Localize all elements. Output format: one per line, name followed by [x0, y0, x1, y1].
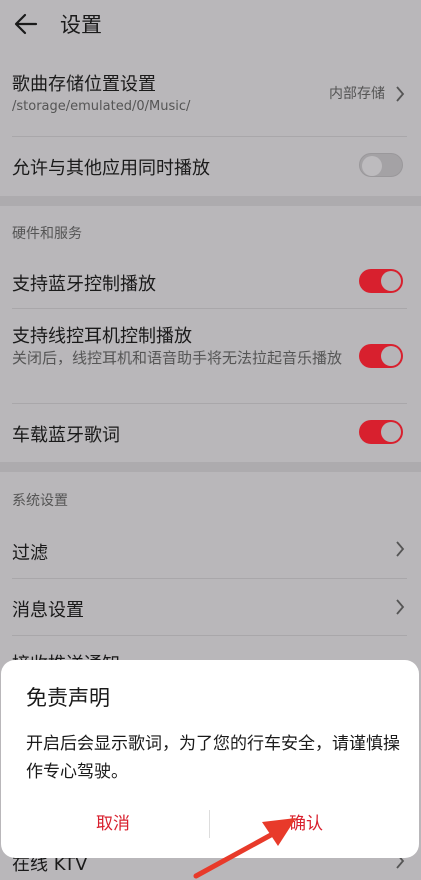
push-notification-row[interactable]: 接收推送通知 [12, 636, 407, 660]
car-lyrics-row[interactable]: 车载蓝牙歌词 [12, 404, 407, 462]
toggle-knob [381, 422, 401, 442]
message-settings-row[interactable]: 消息设置 [12, 579, 407, 636]
car-lyrics-toggle[interactable] [359, 420, 403, 444]
section-divider [0, 462, 421, 472]
filter-title: 过滤 [12, 543, 48, 564]
storage-location-value: 内部存储 [329, 86, 385, 102]
wired-headset-desc: 关闭后，线控耳机和语音助手将无法拉起音乐播放 [12, 349, 343, 367]
message-settings-title: 消息设置 [12, 600, 84, 621]
bluetooth-control-title: 支持蓝牙控制播放 [12, 274, 156, 295]
mix-playback-toggle[interactable] [359, 153, 403, 177]
chevron-right-icon [396, 86, 405, 102]
dialog-title: 免责声明 [26, 686, 110, 710]
dialog-message: 开启后会显示歌词，为了您的行车安全，请谨慎操作专心驾驶。 [26, 734, 400, 782]
push-notification-title: 接收推送通知 [12, 650, 120, 660]
filter-row[interactable]: 过滤 [12, 520, 407, 579]
car-lyrics-title: 车载蓝牙歌词 [12, 425, 120, 446]
bluetooth-control-row[interactable]: 支持蓝牙控制播放 [12, 252, 407, 309]
wired-headset-title: 支持线控耳机控制播放 [12, 326, 192, 347]
wired-headset-row[interactable]: 支持线控耳机控制播放 关闭后，线控耳机和语音助手将无法拉起音乐播放 [12, 309, 407, 404]
storage-location-path: /storage/emulated/0/Music/ [12, 99, 191, 114]
header: 设置 [0, 0, 421, 48]
section-heading-hardware: 硬件和服务 [12, 226, 82, 242]
mix-playback-row[interactable]: 允许与其他应用同时播放 [12, 137, 407, 195]
wired-headset-toggle[interactable] [359, 344, 403, 368]
bluetooth-control-toggle[interactable] [359, 269, 403, 293]
chevron-right-icon [396, 599, 405, 615]
page-title: 设置 [60, 13, 102, 37]
toggle-knob [362, 156, 382, 176]
storage-location-row[interactable]: 歌曲存储位置设置 /storage/emulated/0/Music/ 内部存储 [12, 48, 407, 137]
toggle-knob [381, 271, 401, 291]
back-arrow-icon[interactable] [12, 10, 40, 38]
chevron-right-icon [396, 541, 405, 557]
mix-playback-title: 允许与其他应用同时播放 [12, 158, 210, 179]
toggle-knob [381, 346, 401, 366]
annotation-arrow-icon [193, 818, 296, 879]
cancel-button[interactable]: 取消 [13, 806, 213, 842]
section-heading-system: 系统设置 [12, 493, 68, 509]
section-divider [0, 196, 421, 206]
storage-location-title: 歌曲存储位置设置 [12, 74, 156, 95]
